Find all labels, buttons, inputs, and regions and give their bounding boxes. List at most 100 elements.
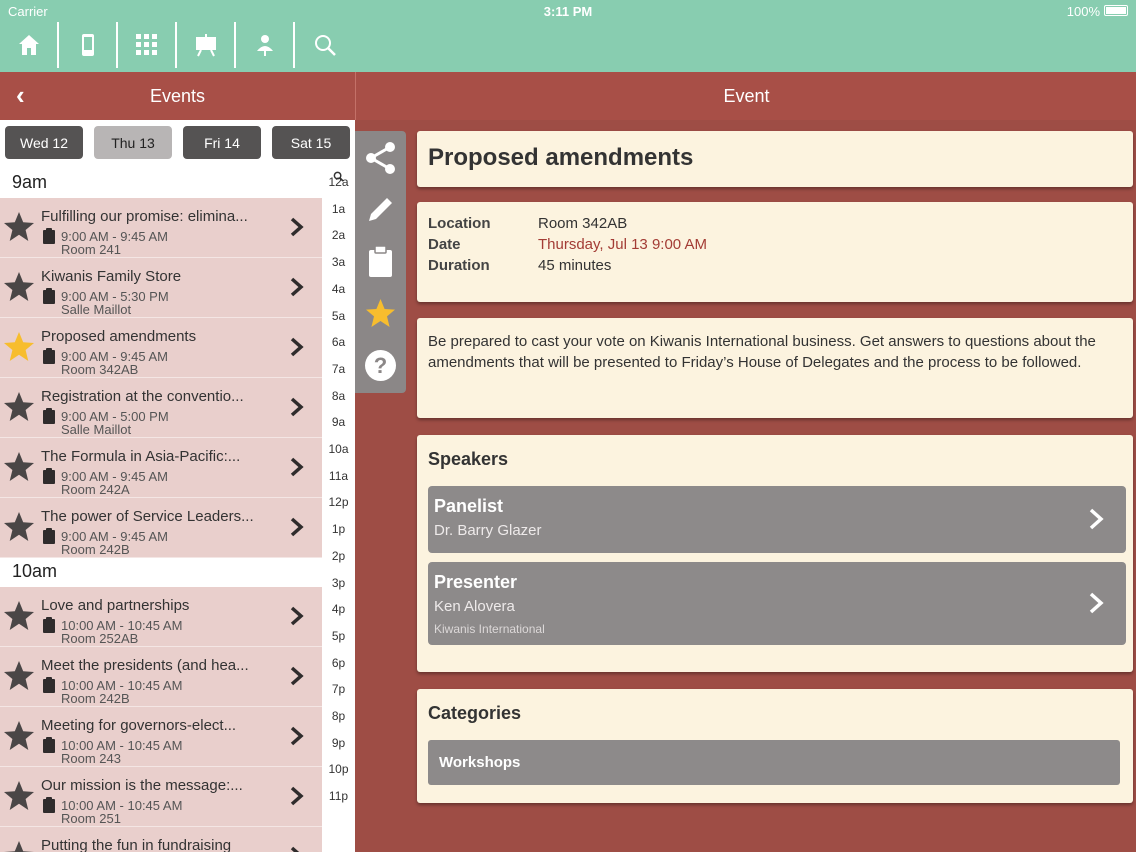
time-index-item[interactable]: 12p [322, 495, 355, 509]
event-row[interactable]: The power of Service Leaders... 9:00 AM -… [0, 498, 322, 558]
time-index-item[interactable]: 4p [322, 602, 355, 616]
battery-label: 100% [1066, 4, 1100, 19]
time-index-item[interactable]: 3p [322, 576, 355, 590]
event-row[interactable]: Meet the presidents (and hea... 10:00 AM … [0, 647, 322, 707]
time-index-item[interactable]: 5a [322, 309, 355, 323]
star-icon[interactable] [2, 210, 36, 244]
time-index-item[interactable]: 6p [322, 656, 355, 670]
event-row[interactable]: Meeting for governors-elect... 10:00 AM -… [0, 707, 322, 767]
notes-button[interactable] [364, 245, 397, 278]
event-title: Fulfilling our promise: elimina... [41, 208, 248, 225]
star-icon[interactable] [2, 659, 36, 693]
event-title: Meeting for governors-elect... [41, 717, 237, 734]
event-row[interactable]: Putting the fun in fundraising [0, 827, 322, 852]
clipboard-icon [43, 737, 55, 753]
chevron-right-icon [290, 457, 304, 477]
time-index-item[interactable]: 10p [322, 762, 355, 776]
star-icon [366, 299, 395, 327]
event-row[interactable]: Fulfilling our promise: elimina... 9:00 A… [0, 198, 322, 258]
time-index-item[interactable]: 12a [322, 175, 355, 189]
search-button[interactable] [295, 22, 354, 68]
speaker-row-panelist[interactable]: Panelist Dr. Barry Glazer [428, 486, 1126, 553]
time-index-item[interactable]: 3a [322, 255, 355, 269]
star-icon[interactable] [2, 839, 36, 852]
location-label: Location [428, 215, 491, 232]
star-icon[interactable] [2, 779, 36, 813]
star-icon[interactable] [2, 390, 36, 424]
day-tab[interactable]: Fri 14 [183, 126, 261, 159]
event-room: Room 242A [61, 482, 130, 497]
time-index-item[interactable]: 9p [322, 736, 355, 750]
category-workshops[interactable]: Workshops [428, 740, 1120, 785]
speaker-row-presenter[interactable]: Presenter Ken Alovera Kiwanis Internatio… [428, 562, 1126, 645]
presentation-button[interactable] [177, 22, 236, 68]
clock: 3:11 PM [543, 4, 593, 19]
event-row[interactable]: Love and partnerships 10:00 AM - 10:45 AM… [0, 587, 322, 647]
events-header: ‹ Events [0, 72, 355, 120]
star-icon[interactable] [2, 450, 36, 484]
clipboard-icon [369, 245, 392, 277]
time-index-item[interactable]: 8p [322, 709, 355, 723]
chevron-right-icon [290, 786, 304, 806]
star-icon[interactable] [2, 330, 36, 364]
time-index-item[interactable]: 11p [322, 789, 355, 803]
event-row[interactable]: The Formula in Asia-Pacific:... 9:00 AM -… [0, 438, 322, 498]
grid-button[interactable] [118, 22, 177, 68]
time-index-item[interactable]: 1a [322, 202, 355, 216]
share-icon [366, 142, 395, 174]
chevron-right-icon [290, 846, 300, 852]
time-index-item[interactable]: 8a [322, 389, 355, 403]
time-index-item[interactable]: 9a [322, 415, 355, 429]
event-room: Room 252AB [61, 631, 139, 646]
event-row[interactable]: Our mission is the message:... 10:00 AM -… [0, 767, 322, 827]
star-icon[interactable] [2, 599, 36, 633]
time-index-item[interactable]: 2p [322, 549, 355, 563]
phone-button[interactable] [59, 22, 118, 68]
event-title: Meet the presidents (and hea... [41, 657, 249, 674]
event-row[interactable]: Proposed amendments 9:00 AM - 9:45 AM Room… [0, 318, 322, 378]
event-row[interactable]: Registration at the conventio... 9:00 AM … [0, 378, 322, 438]
time-index-item[interactable]: 2a [322, 228, 355, 242]
share-button[interactable] [364, 141, 397, 174]
event-room: Salle Maillot [61, 302, 132, 317]
day-tab[interactable]: Thu 13 [94, 126, 172, 159]
date-value[interactable]: Thursday, Jul 13 9:00 AM [538, 236, 707, 253]
clipboard-icon [43, 797, 55, 813]
time-index-item[interactable]: 4a [322, 282, 355, 296]
edit-button[interactable] [364, 193, 397, 226]
event-title: Our mission is the message:... [41, 777, 243, 794]
clipboard-icon [43, 468, 55, 484]
favorite-button[interactable] [364, 297, 397, 330]
duration-label: Duration [428, 257, 490, 274]
star-icon[interactable] [2, 719, 36, 753]
event-title: Registration at the conventio... [41, 388, 244, 405]
event-title: The power of Service Leaders... [41, 508, 254, 525]
date-label: Date [428, 236, 461, 253]
event-title: Kiwanis Family Store [41, 268, 182, 285]
event-title: Putting the fun in fundraising [41, 837, 232, 852]
event-row[interactable]: Kiwanis Family Store 9:00 AM - 5:30 PM Sal… [0, 258, 322, 318]
time-index-item[interactable]: 11a [322, 469, 355, 483]
time-index-item[interactable]: 5p [322, 629, 355, 643]
time-index-item[interactable]: 1p [322, 522, 355, 536]
people-button[interactable] [236, 22, 295, 68]
time-index-item[interactable]: 7a [322, 362, 355, 376]
star-icon[interactable] [2, 270, 36, 304]
day-tab[interactable]: Sat 15 [272, 126, 350, 159]
time-index-item[interactable]: 7p [322, 682, 355, 696]
time-index-item[interactable]: 6a [322, 335, 355, 349]
star-icon[interactable] [2, 510, 36, 544]
help-button[interactable]: ? [364, 349, 397, 382]
event-info-card: Location Room 342AB Date Thursday, Jul 1… [417, 202, 1133, 302]
event-room: Room 241 [61, 242, 121, 257]
time-index[interactable]: 12a 1a 2a 3a 4a 5a 6a 7a 8a 9a 10a 11a 12p 1p 2p 3p 4p 5p… [322, 169, 355, 852]
phone-icon [81, 34, 94, 56]
time-index-item[interactable]: 10a [322, 442, 355, 456]
chevron-right-icon [290, 337, 304, 357]
easel-icon [195, 34, 216, 57]
chevron-right-icon [290, 217, 304, 237]
event-header: Event [355, 72, 1136, 120]
day-tab[interactable]: Wed 12 [5, 126, 83, 159]
speakers-card: Speakers Panelist Dr. Barry Glazer Prese… [417, 435, 1133, 672]
home-button[interactable] [0, 22, 59, 68]
